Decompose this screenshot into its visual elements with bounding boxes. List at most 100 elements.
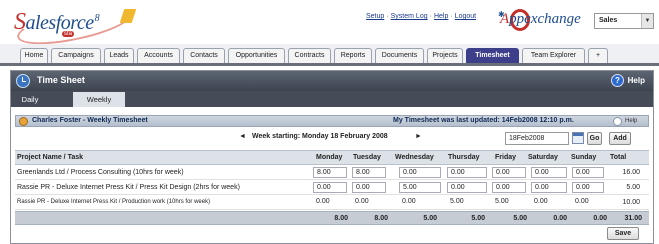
last-updated-text: My Timesheet was last updated: 14Feb2008… [393,117,574,124]
help-link[interactable]: Help [434,13,448,20]
chevron-down-icon: ▼ [641,14,653,28]
tab-projects[interactable]: Projects [427,48,463,63]
prev-week-icon[interactable]: ◄ [239,133,246,140]
logout-link[interactable]: Logout [455,13,476,20]
col-wednesday: Wednesday [395,154,434,161]
setup-link[interactable]: Setup [366,13,384,20]
timesheet-panel: Time Sheet ? Help Daily Weekly Charles F… [10,70,654,244]
subtab-weekly[interactable]: Weekly [73,92,125,107]
col-thursday: Thursday [448,154,480,161]
hours-input[interactable]: 0.00 [572,182,604,193]
app-selector[interactable]: Sales ▼ [594,13,654,29]
col-total: Total [610,154,627,161]
clock-icon [16,74,30,88]
week-label: Week starting: Monday 18 February 2008 [252,133,388,140]
tab-reports[interactable]: Reports [334,48,372,63]
app-selector-value: Sales [599,17,618,24]
tab-contracts[interactable]: Contracts [288,48,331,63]
add-button[interactable]: Add [609,132,631,145]
col-monday: Monday [316,154,343,161]
total-sunday: 0.00 [593,215,607,222]
table-totals-row: 8.00 8.00 5.00 5.00 5.00 0.00 0.00 31.00 [15,211,649,225]
tab-campaigns[interactable]: Campaigns [51,48,101,63]
table-row: Rassie PR - Deluxe Internet Press Kit / … [15,195,649,210]
col-tuesday: Tuesday [353,154,381,161]
hours-input[interactable]: 0.00 [492,182,526,193]
hours-input[interactable]: 0.00 [492,167,526,178]
total-tuesday: 8.00 [374,215,388,222]
total-monday: 8.00 [334,215,348,222]
weekly-timesheet-header: Charles Foster - Weekly Timesheet My Tim… [15,115,649,127]
task-name: Rassie PR - Deluxe Internet Press Kit / … [17,184,240,191]
appexchange-wordmark: Appexchange [500,11,581,27]
hours-value[interactable]: 5.00 [492,197,526,208]
hours-input[interactable]: 0.00 [572,167,604,178]
hours-input[interactable]: 5.00 [399,182,441,193]
row-total: 10.00 [622,199,640,206]
week-navigator: ◄ Week starting: Monday 18 February 2008… [11,129,653,147]
hours-input[interactable]: 0.00 [447,182,487,193]
help-label[interactable]: Help [628,76,645,85]
tab-documents[interactable]: Documents [375,48,424,63]
tab-accounts[interactable]: Accounts [137,48,180,63]
hours-input[interactable]: 0.00 [399,167,441,178]
col-sunday: Sunday [571,154,597,161]
col-saturday: Saturday [528,154,558,161]
col-friday: Friday [495,154,517,161]
info-icon[interactable] [613,117,622,126]
hours-value[interactable]: 0.00 [531,197,567,208]
tab-bar: Home Campaigns Leads Accounts Contacts O… [0,44,659,66]
salesforce-logo[interactable]: Salesforce8 sfa [10,0,160,52]
top-links: Setup · System Log · Help · Logout [366,13,477,20]
table-row: Rassie PR - Deluxe Internet Press Kit / … [15,180,649,195]
go-button[interactable]: Go [587,132,602,145]
task-name: Greenlands Ltd / Process Consulting (10h… [17,169,184,176]
person-icon [19,117,28,126]
table-row: Greenlands Ltd / Process Consulting (10h… [15,165,649,180]
hours-value[interactable]: 0.00 [313,197,347,208]
tab-add[interactable]: + [588,48,608,63]
col-project-task: Project Name / Task [17,154,84,161]
timesheet-title-bar: Time Sheet ? Help [11,71,653,91]
page-title: Time Sheet [37,75,85,85]
task-name: Rassie PR - Deluxe Internet Press Kit / … [17,199,211,205]
view-subtabs: Daily Weekly [11,91,653,107]
hours-value[interactable]: 5.00 [447,197,487,208]
app-header: Salesforce8 sfa Setup · System Log · Help · Lo… [0,0,659,52]
hours-input[interactable]: 0.00 [531,182,567,193]
tab-timesheet[interactable]: Timesheet [466,48,519,63]
appexchange-logo[interactable]: ✱ Appexchange [498,8,594,36]
table-header: Project Name / Task Monday Tuesday Wedne… [15,150,649,165]
tab-home[interactable]: Home [20,48,48,63]
grand-total: 31.00 [624,215,642,222]
hours-value[interactable]: 0.00 [572,197,604,208]
hours-value[interactable]: 0.00 [399,197,441,208]
week-date-input[interactable]: 18Feb2008 [505,132,569,145]
hours-input[interactable]: 8.00 [352,167,386,178]
tab-contacts[interactable]: Contacts [183,48,225,63]
calendar-icon[interactable] [572,132,584,144]
total-thursday: 5.00 [471,215,485,222]
save-button[interactable]: Save [607,227,639,240]
hours-value[interactable]: 0.00 [352,197,386,208]
tab-opportunities[interactable]: Opportunities [228,48,285,63]
hours-input[interactable]: 8.00 [313,167,347,178]
tab-team-explorer[interactable]: Team Explorer [522,48,585,63]
next-week-icon[interactable]: ► [415,133,422,140]
logo-wordmark: Salesforce8 [14,9,100,35]
total-saturday: 0.00 [553,215,567,222]
tab-leads[interactable]: Leads [104,48,134,63]
hours-input[interactable]: 0.00 [313,182,347,193]
mini-help-label[interactable]: Help [625,118,637,124]
total-wednesday: 5.00 [423,215,437,222]
row-total: 16.00 [622,169,640,176]
hours-input[interactable]: 0.00 [531,167,567,178]
subtab-daily[interactable]: Daily [11,92,49,107]
total-friday: 5.00 [513,215,527,222]
row-total: 5.00 [626,184,640,191]
hours-input[interactable]: 0.00 [447,167,487,178]
system-log-link[interactable]: System Log [391,13,428,20]
help-icon[interactable]: ? [611,74,624,87]
logo-badge: sfa [62,31,75,37]
hours-input[interactable]: 0.00 [352,182,386,193]
